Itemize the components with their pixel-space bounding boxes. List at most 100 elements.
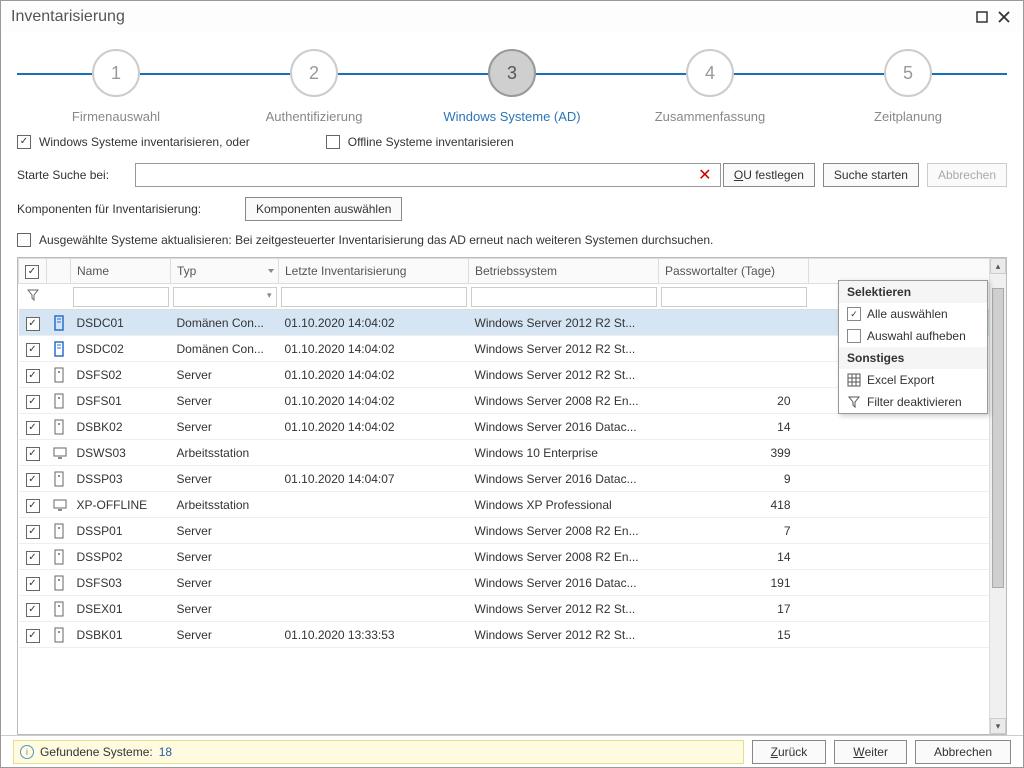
cell-os: Windows Server 2016 Datac... (469, 570, 659, 596)
cell-age: 9 (659, 466, 809, 492)
search-input-wrap: ✕ (135, 163, 715, 187)
step-circle: 5 (884, 49, 932, 97)
cell-os: Windows XP Professional (469, 492, 659, 518)
table-row[interactable]: DSSP01 Server Windows Server 2008 R2 En.… (19, 518, 1006, 544)
start-search-button[interactable]: Suche starten (823, 163, 919, 187)
row-checkbox[interactable] (26, 629, 40, 643)
table-row[interactable]: XP-OFFLINE Arbeitsstation Windows XP Pro… (19, 492, 1006, 518)
cell-last: 01.10.2020 14:04:02 (279, 414, 469, 440)
search-label: Starte Suche bei: (17, 168, 127, 182)
filter-name[interactable] (73, 287, 169, 307)
status-message: i Gefundene Systeme: 18 (13, 740, 744, 764)
cell-name: DSFS02 (71, 362, 171, 388)
cell-last: 01.10.2020 14:04:07 (279, 466, 469, 492)
filter-last[interactable] (281, 287, 467, 307)
cell-os: Windows Server 2008 R2 En... (469, 544, 659, 570)
cell-age: 20 (659, 388, 809, 414)
cell-typ: Server (171, 362, 279, 388)
cell-age (659, 336, 809, 362)
filter-age[interactable] (661, 287, 807, 307)
row-checkbox[interactable] (26, 577, 40, 591)
header-typ[interactable]: Typ (171, 259, 279, 284)
step-label: Zeitplanung (874, 109, 942, 124)
row-checkbox[interactable] (26, 343, 40, 357)
table-row[interactable]: DSBK01 Server 01.10.2020 13:33:53 Window… (19, 622, 1006, 648)
header-last[interactable]: Letzte Inventarisierung (279, 259, 469, 284)
row-checkbox[interactable] (26, 525, 40, 539)
scroll-up-button[interactable]: ▴ (990, 258, 1006, 274)
context-excel-export[interactable]: Excel Export (839, 369, 987, 391)
header-name[interactable]: Name (71, 259, 171, 284)
step-label: Firmenauswahl (72, 109, 160, 124)
next-button[interactable]: Weiter (834, 740, 907, 764)
cell-typ: Server (171, 622, 279, 648)
row-checkbox[interactable] (26, 499, 40, 513)
inventory-offline-checkbox[interactable] (326, 135, 340, 149)
cell-name: DSBK01 (71, 622, 171, 648)
row-checkbox[interactable] (26, 395, 40, 409)
uncheck-icon (847, 329, 861, 343)
cell-os: Windows Server 2008 R2 En... (469, 518, 659, 544)
cell-name: DSFS03 (71, 570, 171, 596)
row-checkbox[interactable] (26, 447, 40, 461)
close-button[interactable] (995, 8, 1013, 26)
row-checkbox[interactable] (26, 421, 40, 435)
update-selected-checkbox[interactable] (17, 233, 31, 247)
update-selected-label: Ausgewählte Systeme aktualisieren: Bei z… (39, 233, 713, 247)
cancel-search-button: Abbrechen (927, 163, 1007, 187)
cell-age: 399 (659, 440, 809, 466)
scroll-down-button[interactable]: ▾ (990, 718, 1006, 734)
clear-search-icon[interactable]: ✕ (695, 164, 715, 186)
header-os[interactable]: Betriebssystem (469, 259, 659, 284)
systems-grid: Name Typ Letzte Inventarisierung Betrieb… (17, 257, 1007, 735)
context-filter-off[interactable]: Filter deaktivieren (839, 391, 987, 413)
step-1[interactable]: 1Firmenauswahl (21, 41, 211, 124)
step-label: Authentifizierung (266, 109, 363, 124)
table-row[interactable]: DSWS03 Arbeitsstation Windows 10 Enterpr… (19, 440, 1006, 466)
ou-button[interactable]: OU festlegen (723, 163, 815, 187)
cell-age: 7 (659, 518, 809, 544)
inventory-windows-checkbox[interactable] (17, 135, 31, 149)
info-icon: i (20, 745, 34, 759)
filter-typ[interactable]: ▾ (173, 287, 277, 307)
cancel-button[interactable]: Abbrechen (915, 740, 1011, 764)
maximize-button[interactable] (973, 8, 991, 26)
inventory-options-row: Windows Systeme inventarisieren, oder Of… (17, 135, 1007, 149)
scroll-thumb[interactable] (992, 288, 1004, 588)
table-row[interactable]: DSSP03 Server 01.10.2020 14:04:07 Window… (19, 466, 1006, 492)
cell-age: 14 (659, 414, 809, 440)
filter-funnel[interactable] (19, 284, 47, 310)
table-row[interactable]: DSSP02 Server Windows Server 2008 R2 En.… (19, 544, 1006, 570)
vertical-scrollbar[interactable]: ▴ ▾ (989, 258, 1006, 734)
system-type-icon (47, 362, 71, 388)
window-title: Inventarisierung (11, 8, 969, 26)
step-5[interactable]: 5 Zeitplanung (813, 41, 1003, 124)
cell-typ: Server (171, 544, 279, 570)
step-3[interactable]: 3Windows Systeme (AD) (417, 41, 607, 124)
header-check[interactable] (19, 259, 47, 284)
select-all-checkbox[interactable] (25, 265, 39, 279)
back-button[interactable]: Zurück (752, 740, 827, 764)
context-select-all[interactable]: ✓ Alle auswählen (839, 303, 987, 325)
inventory-offline-label: Offline Systeme inventarisieren (348, 135, 514, 149)
system-type-icon (47, 518, 71, 544)
row-checkbox[interactable] (26, 369, 40, 383)
header-age[interactable]: Passwortalter (Tage) (659, 259, 809, 284)
step-2[interactable]: 2Authentifizierung (219, 41, 409, 124)
table-row[interactable]: DSEX01 Server Windows Server 2012 R2 St.… (19, 596, 1006, 622)
row-checkbox[interactable] (26, 551, 40, 565)
system-type-icon (47, 388, 71, 414)
search-input[interactable] (135, 163, 721, 187)
cell-last (279, 570, 469, 596)
filter-os[interactable] (471, 287, 657, 307)
cell-last (279, 440, 469, 466)
components-button[interactable]: Komponenten auswählen (245, 197, 402, 221)
table-row[interactable]: DSBK02 Server 01.10.2020 14:04:02 Window… (19, 414, 1006, 440)
table-row[interactable]: DSFS03 Server Windows Server 2016 Datac.… (19, 570, 1006, 596)
row-checkbox[interactable] (26, 317, 40, 331)
components-row: Komponenten für Inventarisierung: Kompon… (17, 197, 1007, 221)
step-4[interactable]: 4Zusammenfassung (615, 41, 805, 124)
context-deselect[interactable]: Auswahl aufheben (839, 325, 987, 347)
row-checkbox[interactable] (26, 603, 40, 617)
row-checkbox[interactable] (26, 473, 40, 487)
